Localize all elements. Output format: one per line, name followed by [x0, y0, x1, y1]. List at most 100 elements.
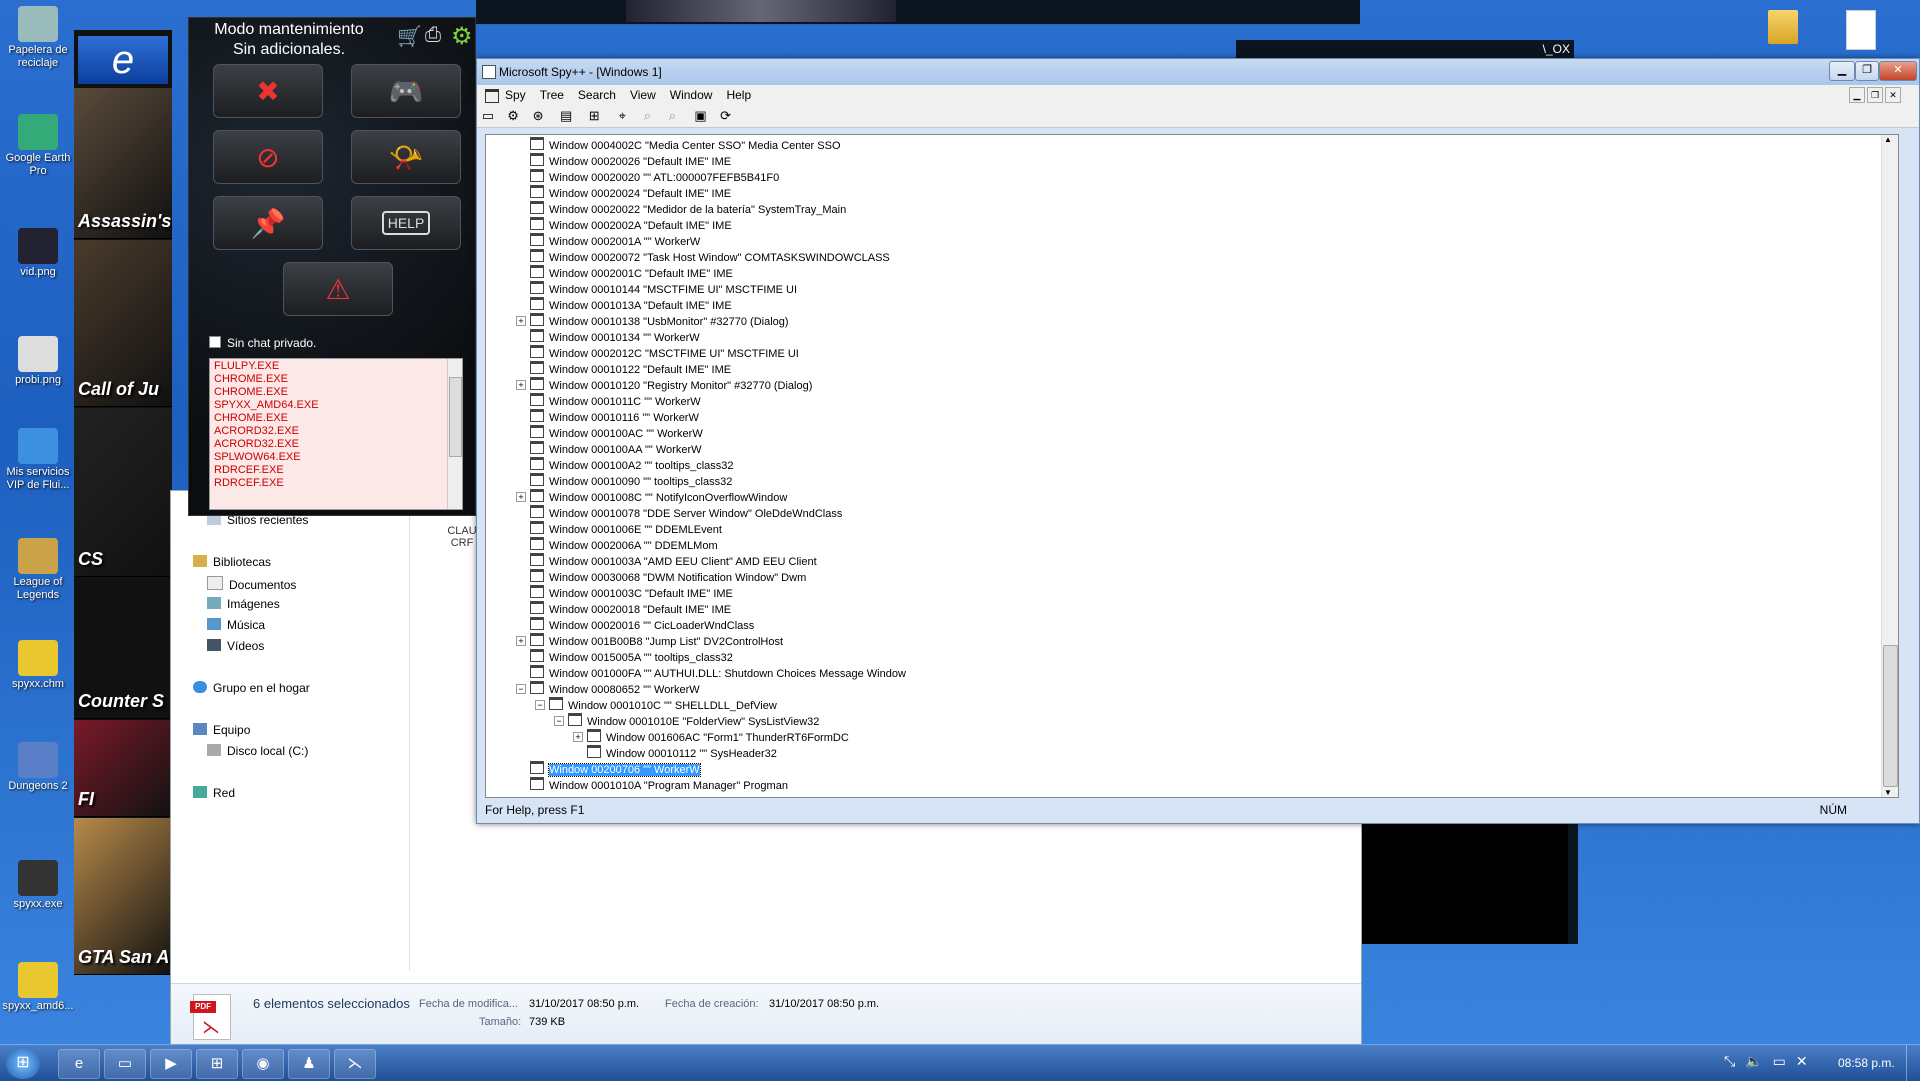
mdi-close-button[interactable]: ✕	[1885, 87, 1901, 103]
menu-spy[interactable]: Spy	[505, 88, 526, 102]
nav-local-disk[interactable]: Disco local (C:)	[207, 744, 308, 758]
ie-icon[interactable]: e	[78, 36, 168, 84]
process-item[interactable]: FLULPY.EXE	[214, 360, 458, 373]
process-item[interactable]: RDRCEF.EXE	[214, 477, 458, 490]
game-tile[interactable]: Call of Ju	[74, 240, 172, 407]
nav-music[interactable]: Música	[207, 618, 265, 632]
tree-node[interactable]: Window 000100AC "" WorkerW	[530, 425, 703, 441]
pin-button[interactable]: 📌	[213, 196, 323, 250]
tree-node[interactable]: Window 00020072 "Task Host Window" COMTA…	[530, 249, 890, 265]
menu-window[interactable]: Window	[670, 88, 713, 102]
gamepad-button[interactable]: 🎮	[351, 64, 461, 118]
tree-expander-icon[interactable]: +	[516, 380, 526, 390]
process-item[interactable]: CHROME.EXE	[214, 373, 458, 386]
tree-node[interactable]: Window 001000FA "" AUTHUI.DLL: Shutdown …	[530, 665, 906, 681]
warning-settings-button[interactable]: ⚠	[283, 262, 393, 316]
process-item[interactable]: CHROME.EXE	[214, 412, 458, 425]
processes-icon[interactable]: ⚙	[505, 108, 521, 124]
clock[interactable]: 08:58 p.m.	[1838, 1056, 1895, 1070]
process-item[interactable]: RDRCEF.EXE	[214, 464, 458, 477]
desktop-icon[interactable]: Papelera de reciclaje	[2, 6, 74, 70]
threads-icon[interactable]: ⊛	[530, 108, 546, 124]
tree-node[interactable]: + Window 0001008C "" NotifyIconOverflowWi…	[516, 489, 787, 505]
game-tile[interactable]: GTA San A	[74, 818, 172, 975]
tree-expander-icon[interactable]: −	[516, 684, 526, 694]
desktop-icon[interactable]: spyxx.exe	[2, 860, 74, 911]
show-desktop-button[interactable]	[1906, 1045, 1920, 1081]
tray-icons[interactable]: ⤡🔈▭✕	[1724, 1053, 1818, 1070]
tree-node[interactable]: Window 00010112 "" SysHeader32	[587, 745, 777, 761]
tree-node[interactable]: + Window 001606AC "Form1" ThunderRT6FormD…	[573, 729, 849, 745]
tree-node[interactable]: Window 0002002A "Default IME" IME	[530, 217, 732, 233]
tree-expander-icon[interactable]: +	[516, 492, 526, 502]
taskbar-spy-icon[interactable]: ♟	[288, 1049, 330, 1079]
desktop-icon[interactable]: Mis servicios VIP de Flui...	[2, 428, 74, 492]
taskbar-chrome-icon[interactable]: ◉	[242, 1049, 284, 1079]
tree-node[interactable]: Window 000100AA "" WorkerW	[530, 441, 702, 457]
tree-expander-icon[interactable]: −	[554, 716, 564, 726]
maximize-button[interactable]: ❐	[1855, 61, 1879, 81]
taskbar-explorer-icon[interactable]: ▭	[104, 1049, 146, 1079]
file-item-partial[interactable]: CLAU CRF	[447, 525, 477, 549]
tree-node[interactable]: Window 0001006E "" DDEMLEvent	[530, 521, 722, 537]
spy-titlebar[interactable]: Microsoft Spy++ - [Windows 1] ▁ ❐ ✕	[477, 59, 1919, 85]
tree-node[interactable]: Window 00010144 "MSCTFIME UI" MSCTFIME U…	[530, 281, 797, 297]
tree-node[interactable]: Window 00010090 "" tooltips_class32	[530, 473, 732, 489]
tree-node[interactable]: + Window 00010138 "UsbMonitor" #32770 (Di…	[516, 313, 789, 329]
menu-help[interactable]: Help	[726, 88, 751, 102]
refresh-icon[interactable]: ⟳	[718, 108, 734, 124]
process-item[interactable]: SPLWOW64.EXE	[214, 451, 458, 464]
find-window-icon[interactable]: ⌖	[614, 108, 630, 124]
tree-node[interactable]: Window 0001010A "Program Manager" Progma…	[530, 777, 788, 793]
close-button[interactable]: ✕	[1879, 61, 1917, 81]
tree-expander-icon[interactable]: −	[535, 700, 545, 710]
tree-node[interactable]: Window 0001011C "" WorkerW	[530, 393, 701, 409]
nav-videos[interactable]: Vídeos	[207, 639, 264, 653]
window-controls-text[interactable]: \_OX	[1543, 42, 1570, 56]
minimize-button[interactable]: ▁	[1829, 61, 1855, 81]
tree-node[interactable]: − Window 00080652 "" WorkerW	[516, 681, 700, 697]
tree-node[interactable]: Window 00020020 "" ATL:000007FEFB5B41F0	[530, 169, 779, 185]
tree-node[interactable]: Window 00020018 "Default IME" IME	[530, 601, 731, 617]
windows-icon[interactable]: ▭	[480, 108, 496, 124]
tree-node[interactable]: Window 00200706 "" WorkerW	[530, 761, 701, 777]
tree-node[interactable]: − Window 0001010C "" SHELLDLL_DefView	[535, 697, 777, 713]
game-tile[interactable]: CS	[74, 408, 172, 577]
process-item[interactable]: ACRORD32.EXE	[214, 425, 458, 438]
menu-search[interactable]: Search	[578, 88, 616, 102]
find-next-icon[interactable]: ⌕	[639, 108, 655, 124]
messages-icon[interactable]: ▤	[558, 108, 574, 124]
tree-node[interactable]: − Window 0001010E "FolderView" SysListVie…	[554, 713, 819, 729]
tree-node[interactable]: Window 00010078 "DDE Server Window" OleD…	[530, 505, 842, 521]
settings-gear-icon[interactable]: ⚙	[451, 22, 473, 51]
taskbar-ie-icon[interactable]: e	[58, 1049, 100, 1079]
mdi-minimize-button[interactable]: ▁	[1849, 87, 1865, 103]
nav-libraries[interactable]: Bibliotecas	[193, 555, 271, 569]
game-tile[interactable]: Counter S	[74, 578, 172, 719]
nav-documents[interactable]: Documentos	[207, 576, 296, 592]
process-list-scrollbar[interactable]	[447, 359, 462, 509]
block-button[interactable]: ✖	[213, 64, 323, 118]
tree-node[interactable]: Window 00020022 "Medidor de la batería" …	[530, 201, 846, 217]
help-button[interactable]: HELP	[351, 196, 461, 250]
menu-view[interactable]: View	[630, 88, 656, 102]
desktop-icon[interactable]: League of Legends	[2, 538, 74, 602]
tree-node[interactable]: Window 00010116 "" WorkerW	[530, 409, 699, 425]
disable-document-button[interactable]: ⊘	[213, 130, 323, 184]
tree-node[interactable]: Window 00020016 "" CicLoaderWndClass	[530, 617, 754, 633]
nav-computer[interactable]: Equipo	[193, 723, 250, 737]
tree-node[interactable]: Window 00010122 "Default IME" IME	[530, 361, 731, 377]
tree-vertical-scrollbar[interactable]: ▲ ▼	[1881, 135, 1898, 797]
tree-node[interactable]: Window 0002012C "MSCTFIME UI" MSCTFIME U…	[530, 345, 799, 361]
scrollbar-thumb[interactable]	[1883, 645, 1898, 787]
private-chat-option[interactable]: Sin chat privado.	[209, 336, 316, 350]
folder-icon[interactable]	[1768, 10, 1798, 44]
taskbar-acrobat-icon[interactable]: ⋋	[334, 1049, 376, 1079]
taskbar-media-player-icon[interactable]: ▶	[150, 1049, 192, 1079]
process-list[interactable]: FLULPY.EXE CHROME.EXE CHROME.EXE SPYXX_AMD6…	[209, 358, 463, 510]
properties-icon[interactable]: ▣	[693, 108, 709, 124]
desktop-icon[interactable]: vid.png	[2, 228, 74, 279]
tree-expander-icon[interactable]: +	[573, 732, 583, 742]
tree-node[interactable]: Window 0001003A "AMD EEU Client" AMD EEU…	[530, 553, 817, 569]
desktop-icon[interactable]: probi.png	[2, 336, 74, 387]
